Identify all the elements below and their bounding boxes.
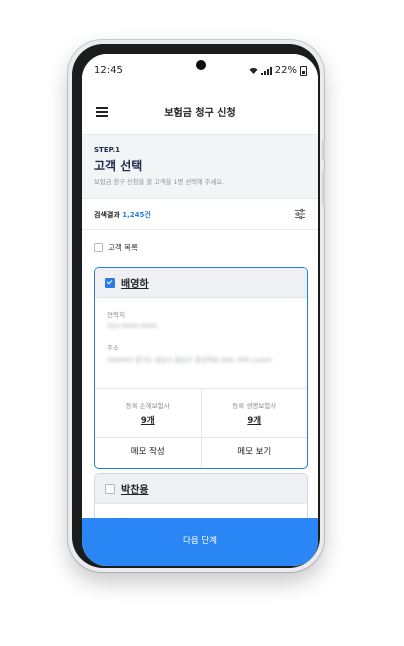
page-title: 보험금 청구 신청 [164,108,236,119]
contact-label: 연락처 [107,311,125,319]
view-memo-button[interactable]: 메모 보기 [200,437,308,468]
select-all-checkbox[interactable] [94,243,103,252]
volume-button [322,140,325,160]
results-label: 검색결과 [94,211,120,219]
power-button [322,170,325,206]
step-label: STEP.1 [94,146,120,154]
step-title: 고객 선택 [94,159,143,173]
front-camera [196,60,206,70]
stat-nonlife: 등록 손해보험사 9개 [95,389,201,437]
sliders-filter-icon[interactable] [294,208,306,220]
customer-checkbox-checked[interactable] [105,277,115,288]
next-step-button[interactable]: 다음 단계 [82,518,318,566]
customer-card[interactable]: 배영하 연락처 010-0000-0000 주소 (00000) 경기도 성남시… [94,267,308,469]
battery-icon [300,65,307,76]
results-bar: 검색결과 1,245건 [82,198,318,230]
customer-card-header[interactable]: 박찬용 [95,474,307,504]
phone-screen: 12:45 22% 보험금 청구 신청 STEP.1 고객 선택 보험금 청구 … [82,54,318,566]
address-value: (00000) 경기도 성남시 분당구 판교역로 000, 000 Lorem [107,356,273,364]
app-bar: 보험금 청구 신청 [82,88,318,135]
memo-actions: 메모 작성 메모 보기 [95,437,307,468]
phone-bezel: 12:45 22% 보험금 청구 신청 STEP.1 고객 선택 보험금 청구 … [72,44,320,568]
phone-frame: 12:45 22% 보험금 청구 신청 STEP.1 고객 선택 보험금 청구 … [68,40,325,572]
results-summary: 검색결과 1,245건 [94,210,151,220]
stat-nonlife-label: 등록 손해보험사 [125,402,170,410]
wifi-icon [249,68,258,74]
customer-checkbox[interactable] [105,483,115,494]
battery-percent: 22% [274,65,297,76]
stat-life-label: 등록 생명보험사 [232,402,277,410]
customer-card-header[interactable]: 배영하 [95,268,307,298]
insurer-stats: 등록 손해보험사 9개 등록 생명보험사 9개 [95,388,307,438]
results-count: 1,245건 [122,211,151,219]
step-description: 보험금 청구 신청을 할 고객을 1명 선택해 주세요. [94,179,225,186]
status-icons: 22% [249,65,307,76]
write-memo-button[interactable]: 메모 작성 [95,437,201,468]
address-label: 주소 [107,344,119,352]
status-time: 12:45 [94,65,123,76]
stat-life-value[interactable]: 9개 [202,414,308,426]
stat-life: 등록 생명보험사 9개 [200,389,308,437]
contact-value: 010-0000-0000 [107,322,158,330]
customer-name[interactable]: 배영하 [121,275,149,290]
customer-list-label: 고객 목록 [108,243,138,252]
step-section: STEP.1 고객 선택 보험금 청구 신청을 할 고객을 1명 선택해 주세요… [82,135,318,197]
customer-name[interactable]: 박찬용 [121,481,149,496]
stat-nonlife-value[interactable]: 9개 [95,414,201,426]
cell-signal-icon [260,66,272,75]
customer-list-header[interactable]: 고객 목록 [94,242,138,253]
customer-list: 고객 목록 배영하 연락처 010-0000-0000 주소 (00000) 경… [82,230,318,566]
